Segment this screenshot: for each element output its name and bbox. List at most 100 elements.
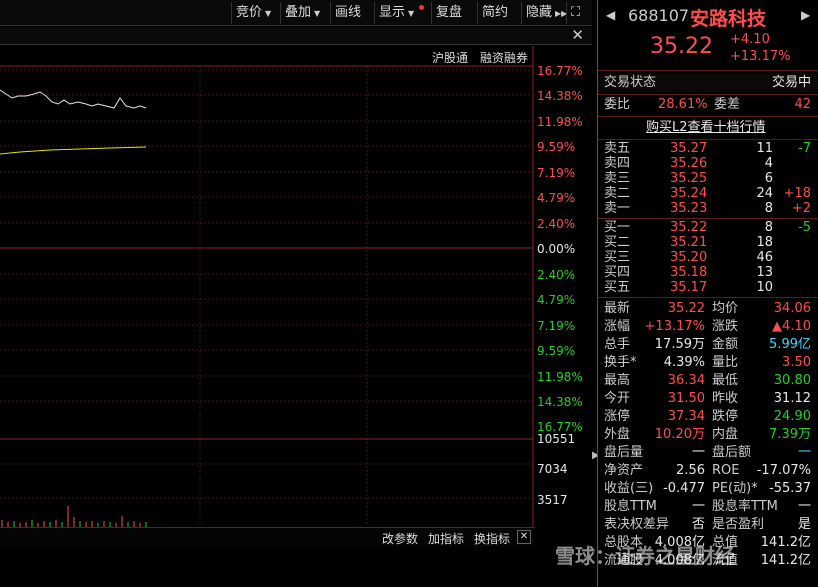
overlay-label: 叠加: [285, 5, 312, 20]
close-icon[interactable]: ✕: [571, 26, 584, 44]
stat-row: 涨幅 +13.17% 涨跌 ▲4.10: [598, 318, 818, 336]
change-indicator-button[interactable]: 换指标: [474, 530, 510, 547]
pct-label: 7.19%: [537, 319, 576, 333]
bid-price: 35.17: [670, 280, 708, 295]
draw-line-button[interactable]: 画线: [330, 2, 365, 24]
stat-label: 总手: [604, 337, 631, 352]
hide-label: 隐藏: [526, 5, 553, 20]
indicator-bar: 改参数 加指标 换指标 ✕: [0, 527, 535, 547]
stat-label: 换手*: [604, 355, 637, 370]
stat-value: 17.59万: [654, 337, 705, 352]
pct-label: 14.38%: [537, 395, 583, 409]
bid-price: 35.22: [670, 220, 708, 235]
nav-right-icon[interactable]: ▶: [801, 8, 810, 22]
stat-label: 金额: [712, 337, 739, 352]
bid-change: -5: [798, 220, 811, 235]
stat-label: 今开: [604, 391, 631, 406]
bid-volume: 18: [756, 235, 773, 250]
ask-label: 卖二: [604, 186, 631, 201]
bid-label: 买二: [604, 235, 631, 250]
bid-row[interactable]: 买一 35.22 8 -5: [598, 220, 818, 235]
auction-button[interactable]: 竞价 ▼: [231, 2, 275, 24]
divider: [598, 218, 818, 219]
bid-row[interactable]: 买二 35.21 18: [598, 235, 818, 250]
stat-value: 34.06: [773, 301, 811, 316]
trade-status-value: 交易中: [771, 75, 811, 90]
divider: [598, 139, 818, 140]
stat-label: 涨停: [604, 409, 631, 424]
price-change: +4.10: [730, 32, 770, 47]
stat-value: 2.56: [676, 463, 705, 478]
stat-label: 均价: [712, 301, 739, 316]
l2-link-row: 购买L2查看十档行情: [598, 119, 818, 137]
close-icon[interactable]: ✕: [517, 530, 531, 544]
ask-label: 卖一: [604, 201, 631, 216]
simple-label: 简约: [482, 5, 509, 20]
ask-volume: 6: [764, 171, 773, 186]
bid-row[interactable]: 买三 35.20 46: [598, 250, 818, 265]
fullscreen-button[interactable]: ⛶: [566, 2, 584, 24]
bid-label: 买四: [604, 265, 631, 280]
stat-label: 昨收: [712, 391, 739, 406]
stat-value: ▲4.10: [772, 319, 811, 334]
ask-row[interactable]: 卖五 35.27 11 -7: [598, 141, 818, 156]
bid-row[interactable]: 买四 35.18 13: [598, 265, 818, 280]
stat-value: 4.39%: [663, 355, 705, 370]
divider: [598, 94, 818, 95]
stat-value: 30.80: [773, 373, 811, 388]
stat-value: -55.37: [769, 481, 811, 496]
edit-params-button[interactable]: 改参数: [382, 530, 418, 547]
stat-label: 是否盈利: [712, 517, 765, 532]
chevron-down-icon: ▼: [408, 9, 415, 18]
simple-button[interactable]: 简约: [477, 2, 512, 24]
ask-label: 卖五: [604, 141, 631, 156]
add-indicator-button[interactable]: 加指标: [428, 530, 464, 547]
chart-grid-svg: [0, 46, 534, 526]
stat-value: -0.477: [663, 481, 705, 496]
pct-label: 14.38%: [537, 89, 583, 103]
hide-button[interactable]: 隐藏 ▶▶: [521, 2, 571, 24]
fullscreen-icon: ⛶: [571, 5, 581, 20]
stat-value: 是: [797, 517, 811, 532]
pct-label: 11.98%: [537, 370, 583, 384]
bid-label: 买三: [604, 250, 631, 265]
stat-value: 一: [691, 499, 705, 514]
pct-label: 4.79%: [537, 293, 576, 307]
current-price: 35.22: [650, 34, 713, 59]
stat-value: +13.17%: [644, 319, 705, 334]
ask-price: 35.24: [670, 186, 708, 201]
divider: [598, 116, 818, 117]
stat-value: 一: [797, 499, 811, 514]
stat-label: 最新: [604, 301, 631, 316]
pct-label: 2.40%: [537, 217, 576, 231]
ask-row[interactable]: 卖二 35.24 24 +18: [598, 186, 818, 201]
divider: [598, 297, 818, 298]
ask-row[interactable]: 卖一 35.23 8 +2: [598, 201, 818, 216]
display-button[interactable]: 显示 ▼: [374, 2, 425, 24]
overlay-button[interactable]: 叠加 ▼: [280, 2, 324, 24]
stat-value: 37.34: [667, 409, 705, 424]
bid-price: 35.20: [670, 250, 708, 265]
ask-row[interactable]: 卖四 35.26 4: [598, 156, 818, 171]
bid-row[interactable]: 买五 35.17 10: [598, 280, 818, 295]
stat-label: 涨幅: [604, 319, 631, 334]
nav-left-icon[interactable]: ◀: [606, 8, 615, 22]
replay-button[interactable]: 复盘: [431, 2, 466, 24]
bid-volume: 8: [764, 220, 773, 235]
ask-price: 35.26: [670, 156, 708, 171]
display-label: 显示: [379, 5, 406, 20]
stat-label: 股息率TTM: [712, 499, 778, 514]
chevron-down-icon: ▼: [314, 9, 321, 18]
volume-bars-svg: [1, 506, 147, 527]
stat-label: 收益(三): [604, 481, 654, 496]
stat-row: 净资产 2.56 ROE -17.07%: [598, 462, 818, 480]
stat-value: 31.12: [773, 391, 811, 406]
ask-row[interactable]: 卖三 35.25 6: [598, 171, 818, 186]
average-price-line: [0, 146, 147, 155]
stat-row: 股息TTM 一股息率TTM 一: [598, 498, 818, 516]
chart-subheader: ✕: [0, 26, 592, 45]
stat-label: 外盘: [604, 427, 631, 442]
ask-change: +2: [791, 201, 811, 216]
buy-l2-link[interactable]: 购买L2查看十档行情: [646, 119, 766, 137]
stat-label: 跌停: [712, 409, 739, 424]
